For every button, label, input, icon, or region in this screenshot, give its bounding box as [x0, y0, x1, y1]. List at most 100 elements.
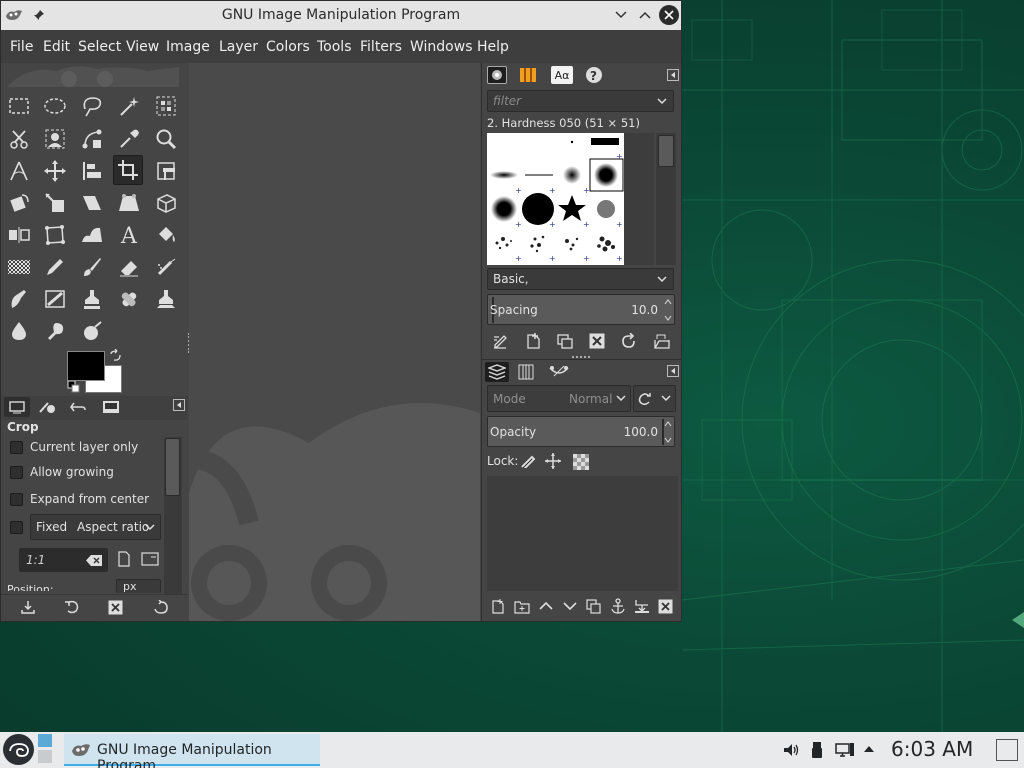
spacing-slider[interactable]: Spacing 10.0 — [487, 294, 675, 325]
desktop-pager-2[interactable] — [38, 750, 52, 763]
refresh-brushes-icon[interactable] — [621, 333, 637, 349]
opacity-slider[interactable]: Opacity 100.0 — [487, 416, 675, 447]
layer-mode-dropdown[interactable]: Mode Normal — [487, 385, 631, 412]
menu-colors[interactable]: Colors — [266, 39, 310, 55]
eraser-tool-icon[interactable] — [114, 252, 144, 282]
task-gimp[interactable]: GNU Image Manipulation Program — [64, 734, 320, 768]
gradient-tool-icon[interactable] — [4, 252, 34, 282]
align-tool-icon[interactable] — [77, 156, 107, 186]
close-button[interactable] — [659, 5, 679, 25]
show-desktop-button[interactable] — [996, 739, 1018, 761]
menu-image[interactable]: Image — [166, 39, 210, 55]
layers-tab-icon[interactable] — [485, 362, 509, 382]
tool-options-scrollbar[interactable] — [164, 437, 182, 594]
current-layer-only-checkbox[interactable] — [10, 441, 23, 454]
menu-file[interactable]: File — [10, 39, 33, 55]
image-canvas-area[interactable] — [189, 63, 480, 621]
restore-preset-icon[interactable] — [64, 600, 80, 614]
lock-pixels-icon[interactable] — [521, 454, 535, 468]
brush-scrollbar[interactable] — [656, 133, 676, 265]
spacing-stepper-icon[interactable] — [664, 298, 672, 322]
cage-transform-tool-icon[interactable] — [40, 220, 70, 250]
undo-history-tab-icon[interactable] — [65, 397, 91, 417]
device-notifier-icon[interactable] — [811, 741, 823, 759]
reset-options-icon[interactable] — [153, 600, 169, 615]
tool-options-tab-icon[interactable] — [4, 397, 30, 417]
new-layer-group-icon[interactable] — [514, 599, 530, 614]
show-hidden-icons-icon[interactable] — [863, 745, 875, 753]
device-status-tab-icon[interactable] — [34, 397, 60, 417]
unified-transform-tool-icon[interactable] — [151, 156, 181, 186]
landscape-icon[interactable] — [141, 552, 159, 566]
fixed-checkbox[interactable] — [10, 521, 23, 534]
airbrush-tool-icon[interactable] — [151, 252, 181, 282]
layers-list[interactable] — [487, 476, 678, 591]
delete-preset-icon[interactable] — [108, 600, 123, 615]
lock-alpha-icon[interactable] — [573, 454, 589, 470]
fixed-aspect-dropdown[interactable]: Fixed Aspect ratio — [30, 514, 161, 540]
rotate-tool-icon[interactable] — [4, 188, 34, 218]
title-bar[interactable]: GNU Image Manipulation Program — [1, 1, 681, 30]
brush-grid[interactable]: + + + + + + + + + + + + — [487, 133, 624, 265]
shear-tool-icon[interactable] — [77, 188, 107, 218]
maximize-button[interactable] — [635, 5, 655, 25]
clear-input-icon[interactable] — [86, 555, 102, 566]
delete-layer-icon[interactable] — [658, 599, 673, 614]
pencil-tool-icon[interactable] — [40, 252, 70, 282]
expand-from-center-checkbox[interactable] — [10, 493, 23, 506]
unit-dropdown[interactable]: px — [116, 579, 161, 593]
bucket-fill-tool-icon[interactable] — [151, 220, 181, 250]
default-colors-icon[interactable] — [67, 380, 81, 394]
zoom-tool-icon[interactable] — [151, 124, 181, 154]
select-by-color-tool-icon[interactable] — [151, 91, 181, 121]
layers-dock-menu-icon[interactable] — [667, 365, 679, 377]
menu-layer[interactable]: Layer — [219, 39, 258, 55]
portrait-icon[interactable] — [117, 551, 131, 567]
smudge-tool-icon[interactable] — [40, 316, 70, 346]
scissors-select-tool-icon[interactable] — [4, 124, 34, 154]
move-tool-icon[interactable] — [40, 156, 70, 186]
flip-tool-icon[interactable] — [4, 220, 34, 250]
heal-tool-icon[interactable] — [114, 284, 144, 314]
foreground-select-tool-icon[interactable] — [40, 124, 70, 154]
paths-tab-icon[interactable] — [547, 362, 571, 382]
menu-edit[interactable]: Edit — [43, 39, 70, 55]
brushes-tab-icon[interactable] — [487, 66, 507, 84]
menu-tools[interactable]: Tools — [317, 39, 352, 55]
perspective-clone-tool-icon[interactable] — [151, 284, 181, 314]
scrollbar-thumb[interactable] — [165, 438, 180, 496]
network-icon[interactable] — [835, 742, 855, 758]
new-brush-icon[interactable] — [525, 333, 541, 349]
brush-tag-dropdown[interactable]: Basic, — [487, 268, 674, 290]
composite-mode-dropdown[interactable] — [633, 385, 676, 412]
perspective-tool-icon[interactable] — [114, 188, 144, 218]
paintbrush-tool-icon[interactable] — [77, 252, 107, 282]
blur-sharpen-tool-icon[interactable] — [4, 316, 34, 346]
clone-tool-icon[interactable] — [77, 284, 107, 314]
rect-select-tool-icon[interactable] — [4, 91, 34, 121]
menu-help[interactable]: Help — [477, 39, 509, 55]
fuzzy-select-tool-icon[interactable] — [114, 91, 144, 121]
patterns-tab-icon[interactable] — [517, 66, 539, 84]
fonts-tab-icon[interactable]: Aα — [551, 66, 573, 84]
raise-layer-icon[interactable] — [539, 601, 553, 611]
open-brush-as-image-icon[interactable] — [653, 333, 671, 349]
brush-filter-dropdown[interactable]: filter — [487, 90, 674, 112]
lower-layer-icon[interactable] — [563, 601, 577, 611]
lock-position-icon[interactable] — [545, 453, 561, 469]
merge-layer-icon[interactable] — [634, 599, 650, 614]
text-tool-icon[interactable]: A — [114, 220, 144, 250]
minimize-button[interactable] — [611, 5, 631, 25]
edit-brush-icon[interactable] — [493, 334, 509, 349]
menu-windows[interactable]: Windows — [410, 39, 473, 55]
opacity-stepper-icon[interactable] — [664, 420, 672, 444]
tool-options-menu-icon[interactable] — [173, 399, 185, 411]
help-tab-icon[interactable]: ? — [583, 66, 605, 84]
free-select-tool-icon[interactable] — [77, 91, 107, 121]
ellipse-select-tool-icon[interactable] — [40, 91, 70, 121]
channels-tab-icon[interactable] — [515, 362, 537, 382]
menu-select[interactable]: Select — [78, 39, 121, 55]
color-picker-tool-icon[interactable] — [114, 124, 144, 154]
allow-growing-checkbox[interactable] — [10, 466, 23, 479]
mypaint-brush-tool-icon[interactable] — [40, 284, 70, 314]
